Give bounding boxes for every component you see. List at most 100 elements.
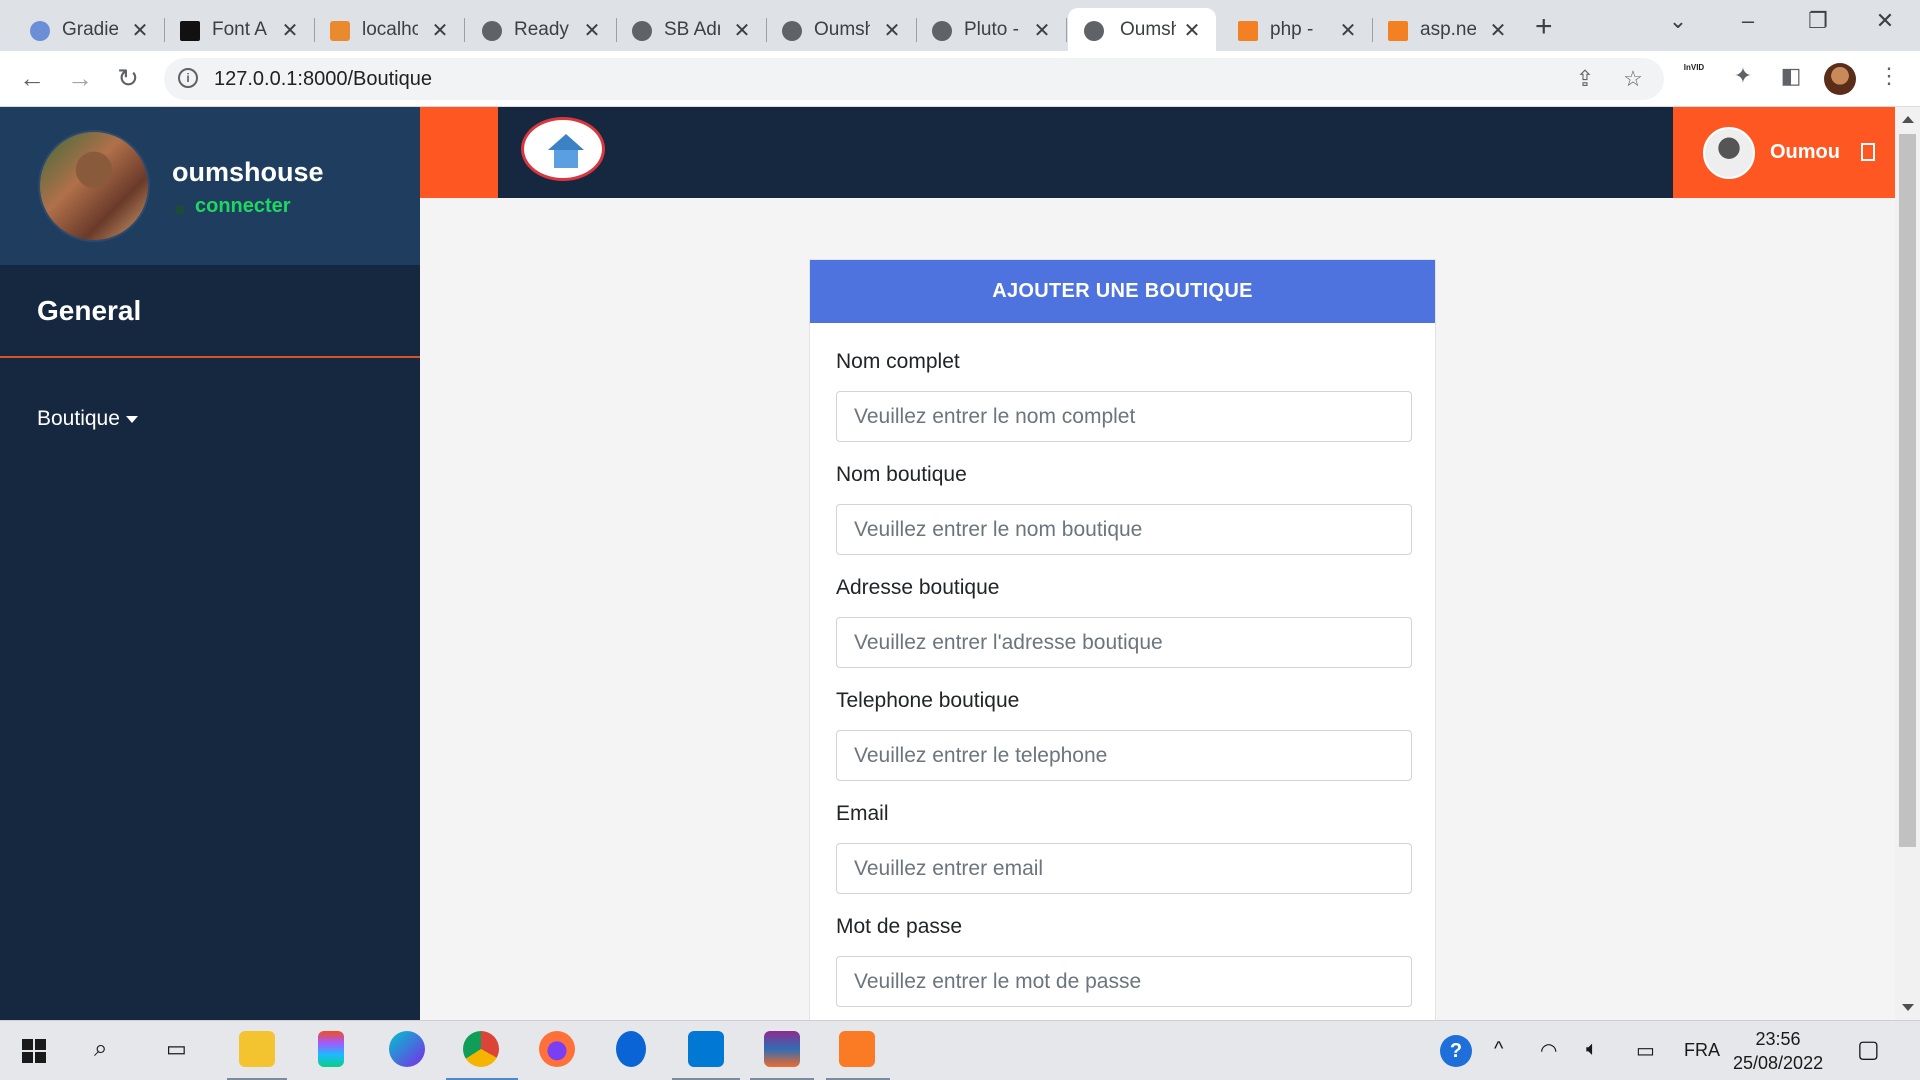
chrome-icon[interactable] (463, 1031, 499, 1067)
sidebar-section-title: General (37, 295, 142, 326)
close-icon[interactable]: ✕ (1338, 18, 1358, 43)
url-text[interactable]: 127.0.0.1:8000/Boutique (214, 68, 432, 91)
page-scrollbar[interactable] (1895, 107, 1920, 1020)
browser-tab[interactable]: Pluto - ✕ (902, 8, 1067, 51)
window-close-icon[interactable]: ✕ (1870, 8, 1900, 34)
winrar-icon[interactable] (764, 1031, 800, 1067)
adresse-boutique-input[interactable] (836, 617, 1412, 668)
browser-tab[interactable]: Oumsh ✕ (752, 8, 917, 51)
close-icon[interactable]: ✕ (732, 18, 752, 43)
browser-tab[interactable]: SB Adr ✕ (602, 8, 767, 51)
caret-down-icon (125, 415, 138, 423)
brand-logo[interactable] (521, 117, 605, 181)
tab-title: localhc (362, 18, 418, 40)
tab-title: Oumsh (814, 18, 870, 40)
tab-title: Gradie (62, 18, 118, 40)
windows-start-icon[interactable] (22, 1039, 46, 1063)
task-view-icon[interactable]: ▭ (166, 1036, 187, 1062)
sidebar-toggle-button[interactable] (420, 107, 498, 198)
close-icon[interactable]: ✕ (430, 18, 450, 43)
figma-icon[interactable] (318, 1031, 344, 1067)
system-clock[interactable]: 23:56 25/08/2022 (1733, 1027, 1823, 1075)
nom-complet-input[interactable] (836, 391, 1412, 442)
close-icon[interactable]: ✕ (582, 18, 602, 43)
search-icon[interactable]: ⌕ (94, 1035, 107, 1063)
chevron-up-icon[interactable]: ^ (1494, 1038, 1503, 1061)
sidebar-item-boutique[interactable]: Boutique (37, 407, 138, 431)
globe-icon (1084, 21, 1104, 41)
globe-icon (482, 21, 502, 41)
close-icon[interactable]: ✕ (280, 18, 300, 43)
side-panel-icon[interactable]: ◧ (1776, 63, 1806, 89)
close-icon[interactable]: ✕ (1182, 18, 1202, 43)
house-roof-icon (548, 134, 584, 150)
tab-title: Ready (514, 18, 569, 40)
browser-tab[interactable]: localhc ✕ (300, 8, 465, 51)
close-icon[interactable]: ✕ (1488, 18, 1508, 43)
field-label: Nom boutique (836, 463, 967, 486)
field-label: Nom complet (836, 350, 960, 373)
password-input[interactable] (836, 956, 1412, 1007)
tab-search-chevron-icon[interactable]: ⌄ (1663, 8, 1693, 34)
bookmark-star-icon[interactable]: ☆ (1618, 66, 1648, 92)
scroll-down-arrow-icon[interactable] (1902, 1004, 1914, 1011)
battery-icon[interactable]: ▭ (1636, 1038, 1655, 1063)
language-indicator[interactable]: FRA (1684, 1040, 1720, 1061)
volume-icon[interactable]: 🔈︎ (1586, 1038, 1598, 1061)
field-email: Email (836, 802, 1412, 894)
help-icon[interactable]: ? (1440, 1035, 1472, 1067)
scroll-thumb[interactable] (1899, 134, 1916, 847)
sidebar-divider (0, 356, 420, 358)
firefox-icon[interactable] (539, 1031, 575, 1067)
canva-icon[interactable] (389, 1031, 425, 1067)
new-tab-plus-icon[interactable]: + (1535, 10, 1553, 44)
address-bar[interactable]: i 127.0.0.1:8000/Boutique ⇪ ☆ (164, 58, 1664, 100)
back-arrow-icon[interactable]: ← (16, 63, 48, 93)
browser-tab[interactable]: Font A ✕ (150, 8, 315, 51)
vscode-icon[interactable] (688, 1031, 724, 1067)
kebab-menu-icon[interactable]: ⋮ (1874, 63, 1904, 89)
browser-tab[interactable]: asp.ne ✕ (1358, 8, 1522, 51)
sidebar-profile: oumshouse connecter (0, 107, 420, 265)
user-avatar (1703, 127, 1755, 179)
share-icon[interactable]: ⇪ (1570, 66, 1600, 92)
minimize-icon[interactable]: – (1733, 8, 1763, 34)
field-mot-de-passe: Mot de passe (836, 915, 1412, 1007)
email-field[interactable] (836, 843, 1412, 894)
browser-tab-active[interactable]: Oumsh ✕ (1068, 8, 1216, 51)
invid-extension-icon[interactable]: InVID (1680, 63, 1708, 89)
sidebar: oumshouse connecter General Boutique (0, 107, 420, 1020)
xampp-icon[interactable] (839, 1031, 875, 1067)
tab-title: SB Adr (664, 18, 720, 40)
wifi-icon[interactable]: ◠ (1540, 1038, 1557, 1063)
telephone-input[interactable] (836, 730, 1412, 781)
extensions-puzzle-icon[interactable]: ✦ (1728, 63, 1758, 89)
close-icon[interactable]: ✕ (882, 18, 902, 43)
forward-arrow-icon[interactable]: → (64, 63, 96, 93)
scroll-up-arrow-icon[interactable] (1902, 116, 1914, 123)
file-explorer-icon[interactable] (239, 1031, 275, 1067)
field-nom-boutique: Nom boutique (836, 463, 1412, 555)
house-icon (554, 150, 578, 168)
globe-icon (632, 21, 652, 41)
browser-tab[interactable]: php - ✕ (1208, 8, 1373, 51)
notifications-icon[interactable]: ▢ (1857, 1035, 1880, 1064)
restore-icon[interactable]: ❐ (1803, 8, 1833, 34)
tab-title: Oumsh (1120, 18, 1176, 40)
form-header: AJOUTER UNE BOUTIQUE (810, 260, 1435, 323)
site-info-icon[interactable]: i (178, 68, 198, 88)
bluetooth-icon[interactable] (616, 1031, 646, 1067)
page-viewport: oumshouse connecter General Boutique Oum… (0, 107, 1920, 1020)
phpmyadmin-icon (330, 21, 350, 41)
close-icon[interactable]: ✕ (1032, 18, 1052, 43)
close-icon[interactable]: ✕ (130, 18, 150, 43)
reload-icon[interactable]: ↻ (112, 63, 144, 93)
status-text: connecter (195, 195, 291, 217)
logout-icon[interactable] (1861, 143, 1875, 161)
browser-tab[interactable]: Ready ✕ (452, 8, 617, 51)
profile-avatar[interactable] (1824, 63, 1856, 95)
user-menu[interactable]: Oumou (1673, 107, 1895, 198)
nom-boutique-input[interactable] (836, 504, 1412, 555)
sidebar-username: oumshouse (172, 157, 324, 187)
browser-tab[interactable]: Gradie ✕ (0, 8, 165, 51)
